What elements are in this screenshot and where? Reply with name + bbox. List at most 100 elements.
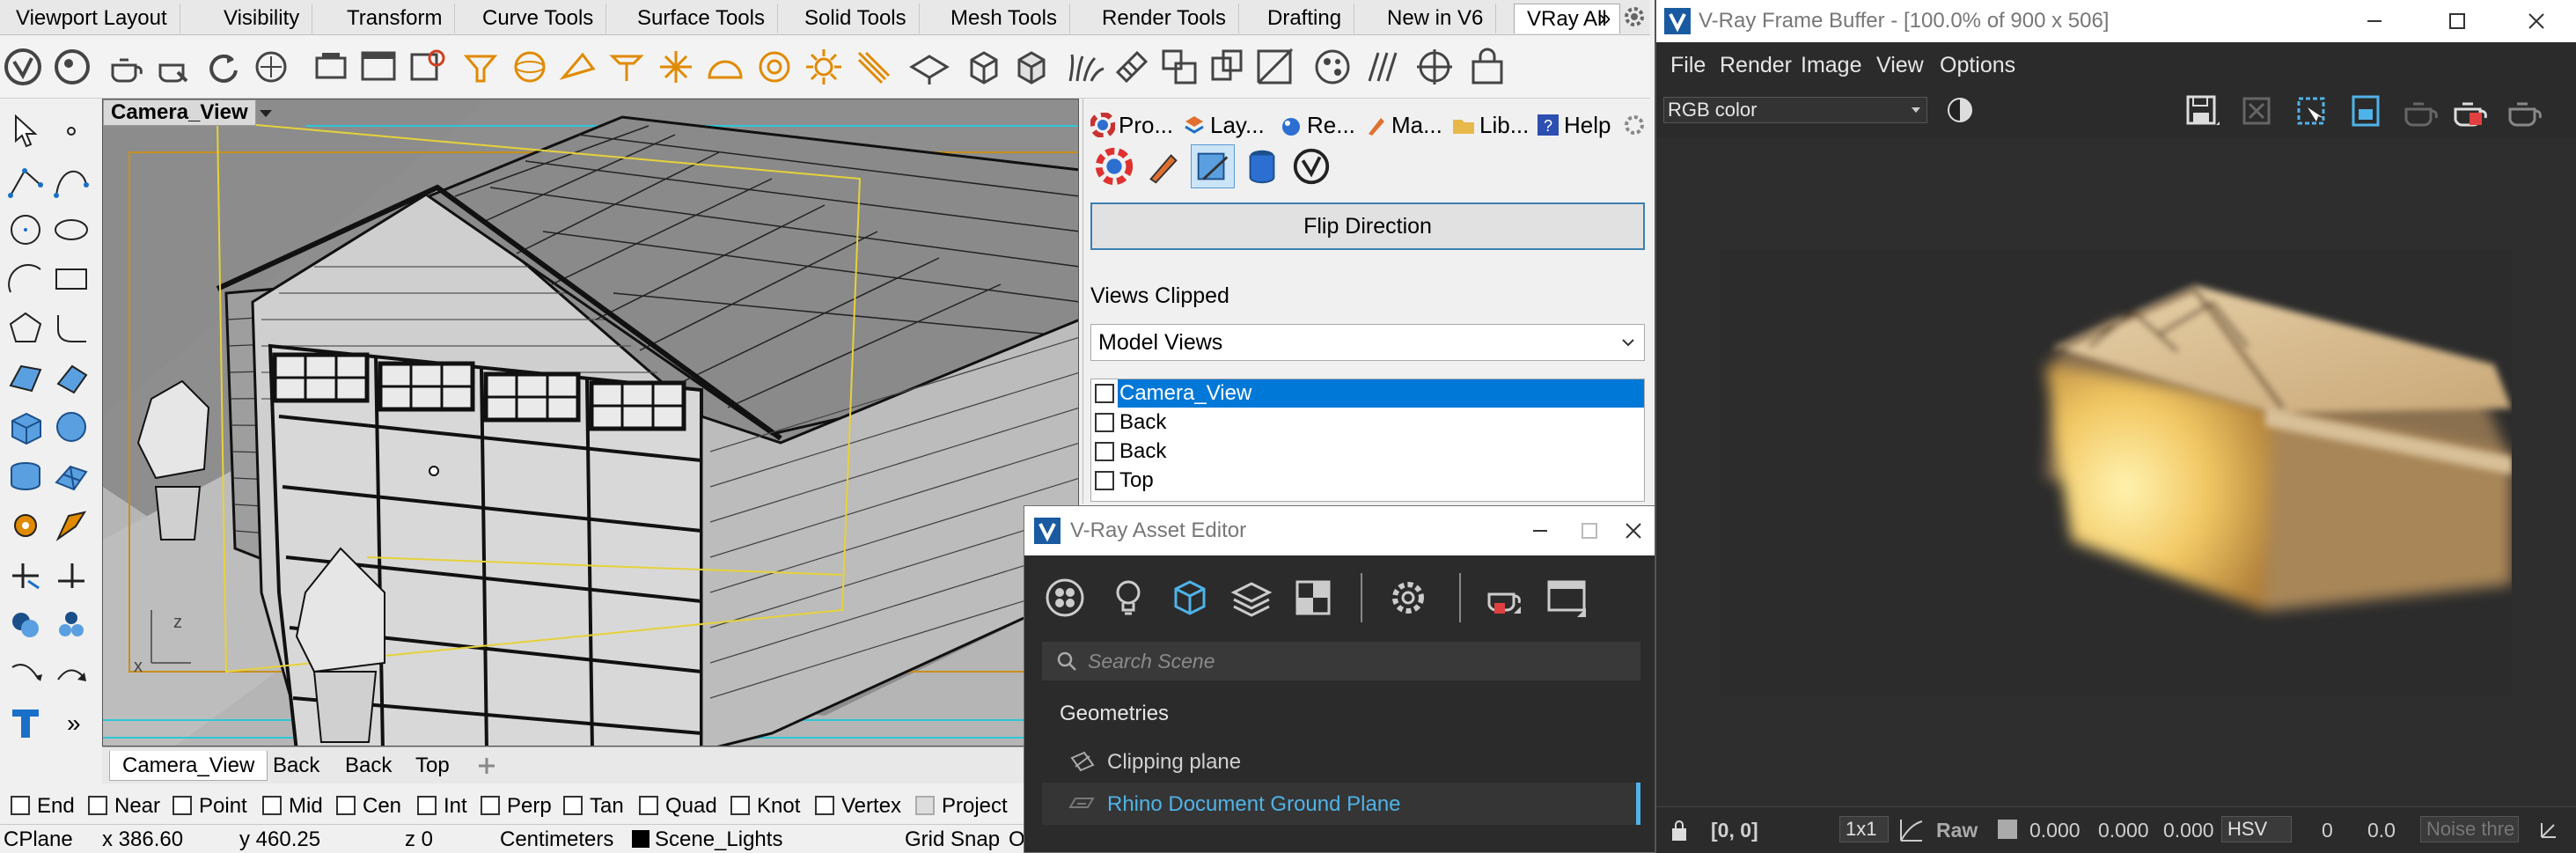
menu-image[interactable]: Image <box>1801 53 1861 78</box>
tab-surface-tools[interactable]: Surface Tools <box>625 4 778 33</box>
osnap-near[interactable]: Near <box>88 794 160 819</box>
tab-mesh-tools[interactable]: Mesh Tools <box>938 4 1070 33</box>
status-units[interactable]: Centimeters <box>500 828 613 851</box>
raw-mode-label[interactable]: Raw <box>1936 819 1978 842</box>
osnap-vertex[interactable]: Vertex <box>815 794 901 819</box>
textures-icon[interactable] <box>1290 575 1336 621</box>
crosshair-icon[interactable] <box>1413 46 1456 88</box>
sphere-icon[interactable] <box>51 407 92 447</box>
split-icon[interactable] <box>5 555 46 595</box>
panel-tab-materials[interactable]: Ma... <box>1363 107 1442 143</box>
track-mouse-icon[interactable] <box>2345 90 2387 132</box>
view-checkbox[interactable] <box>1095 442 1114 461</box>
close-icon[interactable] <box>1616 513 1651 548</box>
spot-light-icon[interactable] <box>459 46 502 88</box>
object-cylinder-icon[interactable] <box>1240 144 1284 188</box>
curve-cv-icon[interactable] <box>51 160 92 201</box>
minimize-icon[interactable] <box>2357 4 2392 39</box>
boolean-icon[interactable] <box>5 604 46 644</box>
panel-tab-layers[interactable]: Lay... <box>1182 107 1265 143</box>
menu-file[interactable]: File <box>1670 53 1706 78</box>
flip-direction-button[interactable]: Flip Direction <box>1090 202 1645 250</box>
surface-icon[interactable] <box>5 357 46 398</box>
light-gen-icon[interactable] <box>310 46 352 88</box>
clear-image-icon[interactable] <box>2235 90 2278 132</box>
tab-new-in-v6[interactable]: New in V6 <box>1375 4 1497 33</box>
group-icon[interactable] <box>51 604 92 644</box>
select-arrow-icon[interactable] <box>5 111 46 151</box>
trim-icon[interactable] <box>51 555 92 595</box>
omni-light-icon[interactable] <box>655 46 697 88</box>
frame-buffer-window-icon[interactable] <box>1544 575 1589 621</box>
mesh-light-icon[interactable] <box>753 46 796 88</box>
cylinder-icon[interactable] <box>5 456 46 496</box>
view-tab-camera-view[interactable]: Camera_View <box>109 751 268 781</box>
refresh-icon[interactable] <box>201 46 243 88</box>
circle-icon[interactable] <box>5 210 46 250</box>
view-tab-top[interactable]: Top <box>403 751 462 781</box>
view-tab-back-2[interactable]: Back <box>333 751 404 781</box>
region-render-icon[interactable] <box>2290 90 2332 132</box>
gear-tool-icon[interactable] <box>5 505 46 546</box>
panel-tab-properties[interactable]: Pro... <box>1090 107 1173 143</box>
tab-viewport-layout[interactable]: Viewport Layout <box>4 4 180 33</box>
panel-tab-render[interactable]: Re... <box>1279 107 1355 143</box>
tab-render-tools[interactable]: Render Tools <box>1090 4 1239 33</box>
close-icon[interactable] <box>2519 4 2554 39</box>
viewport-menu-arrow-icon[interactable] <box>253 99 279 126</box>
lock-icon[interactable] <box>1669 818 1693 842</box>
tab-overflow-chevron[interactable]: » <box>1597 4 1612 33</box>
status-ortho[interactable]: O <box>1009 828 1025 851</box>
wire-tool-icon[interactable] <box>1361 46 1403 88</box>
osnap-knot[interactable]: Knot <box>730 794 800 819</box>
settings-box-icon[interactable] <box>405 46 447 88</box>
tab-curve-tools[interactable]: Curve Tools <box>470 4 607 33</box>
save-icon[interactable] <box>2181 90 2223 132</box>
list-item[interactable]: Rhino Document Ground Plane <box>1042 783 1640 825</box>
gear-icon[interactable] <box>1621 4 1648 30</box>
list-item[interactable]: Top <box>1091 467 1644 495</box>
osnap-point[interactable]: Point <box>172 794 247 819</box>
material-preset-icon[interactable] <box>1311 46 1354 88</box>
viewport-title[interactable]: Camera_View <box>103 99 256 126</box>
more-tools-chevron[interactable]: » <box>67 710 81 738</box>
proxy-export-icon[interactable] <box>1010 46 1053 88</box>
object-properties-icon[interactable] <box>1092 144 1136 188</box>
channel-dropdown[interactable]: RGB color <box>1663 97 1927 123</box>
osnap-end[interactable]: End <box>11 794 75 819</box>
fillet-icon[interactable] <box>51 308 92 349</box>
lock-icon[interactable] <box>1466 46 1508 88</box>
dome-light-icon[interactable] <box>704 46 746 88</box>
sun-light-icon[interactable] <box>803 46 845 88</box>
color-space-dropdown[interactable]: HSV <box>2221 816 2292 842</box>
enmesh-icon[interactable] <box>1206 46 1248 88</box>
list-item[interactable]: Back <box>1091 438 1644 466</box>
list-item[interactable]: Clipping plane <box>1042 740 1640 783</box>
ies-light-icon[interactable] <box>605 46 648 88</box>
directional-light-icon[interactable] <box>852 46 894 88</box>
osnap-mid[interactable]: Mid <box>262 794 323 819</box>
ellipse-icon[interactable] <box>51 210 92 250</box>
osnap-quad[interactable]: Quad <box>639 794 717 819</box>
view-checkbox[interactable] <box>1095 413 1114 432</box>
view-checkbox[interactable] <box>1095 384 1114 403</box>
maximize-icon[interactable] <box>2440 4 2475 39</box>
zoom-dropdown[interactable]: 1x1 <box>1839 816 1889 842</box>
color-correction-icon[interactable] <box>1945 95 1975 125</box>
frame-buffer-icon[interactable] <box>250 46 292 88</box>
mesh-clipper-icon[interactable] <box>1158 46 1200 88</box>
minimize-icon[interactable] <box>1523 513 1558 548</box>
arc-icon[interactable] <box>5 259 46 299</box>
decal-icon[interactable] <box>1111 46 1153 88</box>
vray-object-icon[interactable] <box>1289 144 1333 188</box>
rotate-icon[interactable] <box>51 653 92 694</box>
stop-render-icon[interactable] <box>2448 90 2491 132</box>
menu-view[interactable]: View <box>1876 53 1924 78</box>
polyline-icon[interactable] <box>5 160 46 201</box>
extrude-icon[interactable] <box>51 357 92 398</box>
view-checkbox[interactable] <box>1095 471 1114 490</box>
interactive-render-icon[interactable] <box>151 46 194 88</box>
settings-gear-icon[interactable] <box>1385 575 1431 621</box>
tab-drafting[interactable]: Drafting <box>1255 4 1355 33</box>
status-cplane[interactable]: CPlane <box>4 828 73 851</box>
